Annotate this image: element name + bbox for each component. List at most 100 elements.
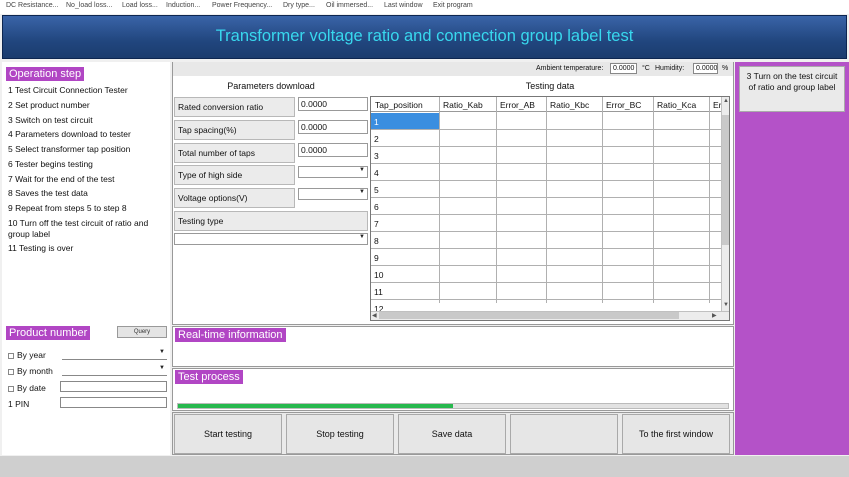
table-row[interactable]: 7 — [371, 215, 721, 232]
rated-conversion-ratio-label: Rated conversion ratio — [174, 97, 295, 117]
menu-item-exit-program[interactable]: Exit program — [433, 2, 473, 9]
temperature-label: Ambient temperature: — [536, 65, 604, 72]
column-header[interactable]: Tap_position — [375, 100, 423, 110]
month-select[interactable]: ▼ — [62, 365, 167, 376]
step-item: 1 Test Circuit Connection Tester — [8, 85, 128, 95]
column-header[interactable]: Error_AB — [500, 100, 535, 110]
table-row[interactable]: 9 — [371, 249, 721, 266]
voltage-options-label: Voltage options(V) — [174, 188, 295, 208]
table-row[interactable]: 1 — [371, 113, 721, 130]
chevron-down-icon: ▼ — [359, 234, 365, 240]
progress-fill — [178, 404, 453, 408]
step-item: 3 Switch on test circuit — [8, 115, 93, 125]
table-row[interactable]: 8 — [371, 232, 721, 249]
chevron-down-icon: ▼ — [159, 365, 165, 371]
column-header[interactable]: Ratio_Kca — [657, 100, 696, 110]
menu-item-oil-immersed[interactable]: Oil immersed... — [326, 2, 373, 9]
column-header[interactable]: Error_BC — [606, 100, 641, 110]
menu-item-load-loss[interactable]: Load loss... — [122, 2, 158, 9]
checkbox-by-date[interactable] — [8, 385, 14, 392]
test-process-label: Test process — [175, 370, 243, 384]
first-window-button[interactable]: To the first window — [622, 414, 730, 454]
temperature-unit: °C — [642, 65, 650, 72]
environment-strip: Ambient temperature: 0.0000 °C Humidity:… — [173, 62, 733, 76]
progress-bar — [177, 403, 729, 409]
page-title: Transformer voltage ratio and connection… — [215, 27, 634, 45]
horizontal-scroll-thumb[interactable] — [379, 312, 679, 319]
testing-data-header: Testing data — [525, 81, 575, 91]
scroll-left-icon[interactable]: ◀ — [372, 312, 377, 319]
vertical-scroll-thumb[interactable] — [722, 115, 729, 245]
start-testing-button[interactable]: Start testing — [174, 414, 282, 454]
realtime-label: Real-time information — [175, 328, 286, 342]
step-item: 5 Select transformer tap position — [8, 144, 131, 154]
step-item: 6 Tester begins testing — [8, 159, 93, 169]
product-number-label: Product number — [6, 326, 91, 340]
status-strip — [0, 456, 849, 477]
step-item: 2 Set product number — [8, 100, 90, 110]
checkbox-by-year[interactable] — [8, 352, 14, 359]
table-row[interactable]: 5 — [371, 181, 721, 198]
column-header[interactable]: Ratio_Kbc — [550, 100, 589, 110]
total-taps-label: Total number of taps — [174, 143, 295, 163]
filter-by-month[interactable]: By month — [8, 366, 53, 376]
humidity-input[interactable]: 0.0000 — [693, 63, 718, 74]
menu-item-dry-type[interactable]: Dry type... — [283, 2, 315, 9]
chevron-down-icon: ▼ — [159, 349, 165, 355]
checkbox-by-month[interactable] — [8, 368, 14, 375]
testing-type-select[interactable]: ▼ — [174, 233, 368, 245]
table-row[interactable]: 11 — [371, 283, 721, 300]
menu-item-no-load-loss[interactable]: No_load loss... — [66, 2, 112, 9]
date-field[interactable] — [60, 381, 167, 392]
menu-item-dc-resistance[interactable]: DC Resistance... — [6, 2, 59, 9]
testing-data-grid[interactable]: Tap_position Ratio_Kab Error_AB Ratio_Kb… — [370, 96, 730, 321]
save-data-button[interactable]: Save data — [398, 414, 506, 454]
humidity-label: Humidity: — [655, 65, 685, 72]
tap-spacing-label: Tap spacing(%) — [174, 120, 295, 140]
stop-testing-button[interactable]: Stop testing — [286, 414, 394, 454]
filter-by-year[interactable]: By year — [8, 350, 46, 360]
step-item: 11 Testing is over — [8, 243, 74, 253]
rated-conversion-ratio-input[interactable]: 0.0000 — [298, 97, 368, 111]
chevron-down-icon: ▼ — [359, 167, 365, 173]
step-item: 4 Parameters download to tester — [8, 129, 131, 139]
filter-by-date[interactable]: By date — [8, 383, 46, 393]
high-side-type-label: Type of high side — [174, 165, 295, 185]
table-row[interactable]: 6 — [371, 198, 721, 215]
realtime-panel: Real-time information — [172, 326, 734, 367]
voltage-options-select[interactable]: ▼ — [298, 188, 368, 200]
parameters-header: Parameters download — [227, 81, 315, 91]
humidity-unit: % — [722, 65, 729, 72]
temperature-input[interactable]: 0.0000 — [610, 63, 637, 74]
blank-button[interactable] — [510, 414, 618, 454]
menu-item-induction[interactable]: Induction... — [166, 2, 200, 9]
left-panel: Operation step 1 Test Circuit Connection… — [2, 62, 170, 455]
year-select[interactable]: ▼ — [62, 349, 167, 360]
total-taps-input[interactable]: 0.0000 — [298, 143, 368, 157]
table-row[interactable]: 10 — [371, 266, 721, 283]
step-item: 8 Saves the test data — [8, 188, 88, 198]
table-row[interactable]: 3 — [371, 147, 721, 164]
menu-bar: DC Resistance... No_load loss... Load lo… — [0, 0, 849, 14]
scroll-down-icon[interactable]: ▼ — [723, 302, 729, 308]
query-button[interactable]: Query — [117, 326, 167, 338]
column-header[interactable]: Ratio_Kab — [443, 100, 483, 110]
right-panel — [735, 62, 849, 455]
pin-input[interactable] — [60, 397, 167, 408]
menu-item-last-window[interactable]: Last window — [384, 2, 423, 9]
testing-type-label: Testing type — [174, 211, 368, 231]
tap-spacing-input[interactable]: 0.0000 — [298, 120, 368, 134]
title-bar: Transformer voltage ratio and connection… — [2, 15, 847, 59]
step-item: 10 Turn off the test circuit of ratio an… — [8, 218, 149, 228]
table-row[interactable]: 2 — [371, 130, 721, 147]
table-row[interactable]: 4 — [371, 164, 721, 181]
pin-label: 1 PIN — [8, 399, 30, 409]
operation-step-label: Operation step — [6, 67, 85, 81]
high-side-type-select[interactable]: ▼ — [298, 166, 368, 178]
current-step-box: 3 Turn on the test circuit of ratio and … — [739, 66, 845, 112]
step-item: 7 Wait for the end of the test — [8, 174, 115, 184]
scroll-right-icon[interactable]: ▶ — [712, 312, 717, 319]
step-item: 9 Repeat from steps 5 to step 8 — [8, 203, 127, 213]
scroll-up-icon[interactable]: ▲ — [723, 98, 729, 104]
menu-item-power-frequency[interactable]: Power Frequency... — [212, 2, 272, 9]
